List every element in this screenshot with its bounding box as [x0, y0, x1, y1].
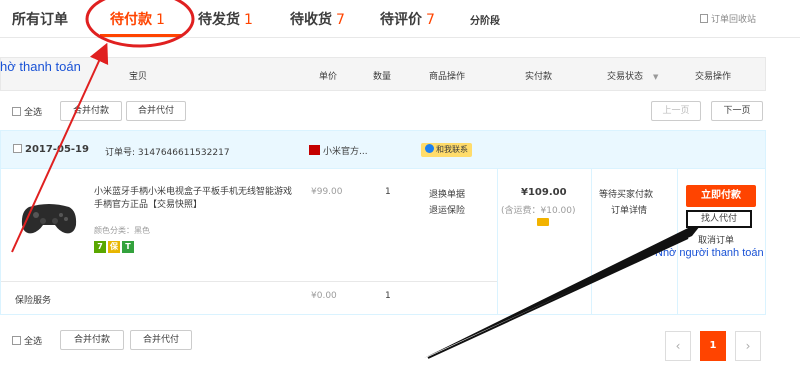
- order-select[interactable]: 2017-05-19: [13, 144, 89, 155]
- recycle-bin-link[interactable]: 订单回收站: [700, 12, 756, 25]
- quantity: 1: [385, 187, 391, 197]
- shop-link[interactable]: 小米官方...: [309, 144, 368, 157]
- tab-pending-review-count: 7: [426, 12, 435, 28]
- product-image[interactable]: [19, 199, 79, 237]
- trade-status-label: 交易状态: [607, 72, 644, 82]
- pager-current-page[interactable]: 1: [700, 331, 726, 361]
- order-number-label: 订单号:: [105, 148, 136, 158]
- product-title-link[interactable]: 小米蓝牙手柄小米电视盒子平板手机无线智能游戏手柄官方正品【交易快照】: [94, 186, 294, 212]
- tab-pending-receipt[interactable]: 待收货 7: [290, 9, 345, 29]
- header-item: 宝贝: [129, 72, 148, 82]
- card-icon: [537, 218, 549, 226]
- header-item-ops: 商品操作: [429, 72, 466, 82]
- product-variant: 颜色分类：黑色: [94, 226, 150, 235]
- row-divider: [1, 281, 497, 282]
- order-total: ¥109.00: [521, 187, 567, 198]
- tab-pending-shipment[interactable]: 待发货 1: [198, 9, 253, 29]
- order-tabs: 所有订单 待付款 1 待发货 1 待收货 7 待评价 7 分阶段 订单回收站: [0, 0, 800, 38]
- timely-delivery-icon[interactable]: T: [122, 241, 134, 253]
- pager-prev-button[interactable]: ‹: [665, 331, 691, 361]
- header-paid: 实付款: [525, 72, 553, 82]
- tab-all-label: 所有订单: [12, 12, 68, 28]
- merge-proxy-button-top[interactable]: 合并代付: [126, 101, 186, 121]
- tab-pending-payment[interactable]: 待付款 1: [110, 9, 165, 29]
- next-page-button[interactable]: 下一页: [711, 101, 763, 121]
- select-all-bottom[interactable]: 全选: [12, 334, 42, 347]
- order-card: 2017-05-19 订单号: 3147646611532217 小米官方...…: [0, 130, 766, 315]
- service-badges: 7保T: [94, 241, 136, 253]
- header-unit-price: 单价: [319, 72, 338, 82]
- return-insurance-link[interactable]: 退运保险: [429, 203, 465, 216]
- service-price: ¥0.00: [311, 291, 337, 301]
- annotation-proxy-pay: Nhờ người thanh toán: [655, 247, 764, 259]
- gamepad-icon: [21, 204, 77, 234]
- tab-pending-shipment-count: 1: [244, 12, 253, 28]
- caret-down-icon: ▼: [653, 73, 659, 81]
- refund-link[interactable]: 退换单据: [429, 187, 465, 200]
- unit-price: ¥99.00: [311, 187, 343, 197]
- service-quantity: 1: [385, 291, 391, 301]
- divider: [591, 169, 592, 315]
- tab-pending-receipt-count: 7: [336, 12, 345, 28]
- tab-pending-review-label: 待评价: [380, 12, 422, 28]
- recycle-bin-label: 订单回收站: [711, 15, 757, 25]
- merge-pay-button-top[interactable]: 合并付款: [60, 101, 122, 121]
- prev-page-button[interactable]: 上一页: [651, 101, 701, 121]
- chat-label: 和我联系: [436, 145, 468, 154]
- cancel-order-link[interactable]: 取消订单: [698, 233, 734, 246]
- order-header: 2017-05-19 订单号: 3147646611532217 小米官方...…: [1, 131, 765, 169]
- order-number-value: 3147646611532217: [137, 148, 230, 158]
- pager-next-button[interactable]: ›: [735, 331, 761, 361]
- active-tab-indicator: [100, 34, 182, 37]
- tab-pending-shipment-label: 待发货: [198, 12, 240, 28]
- find-proxy-button[interactable]: 找人代付: [686, 210, 752, 228]
- trash-icon: [700, 14, 708, 23]
- header-trade-ops: 交易操作: [695, 72, 732, 82]
- order-number: 订单号: 3147646611532217: [105, 145, 230, 158]
- tab-pending-review[interactable]: 待评价 7: [380, 9, 435, 29]
- select-all-checkbox-bottom[interactable]: [12, 336, 21, 345]
- table-header: 宝贝 单价 数量 商品操作 实付款 交易状态 ▼ 交易操作: [0, 57, 766, 91]
- status-text: 等待买家付款: [599, 190, 654, 200]
- header-trade-status[interactable]: 交易状态 ▼: [607, 69, 658, 82]
- order-date: 2017-05-19: [25, 144, 89, 155]
- tab-all-orders[interactable]: 所有订单: [12, 9, 68, 29]
- annotation-self-pay: hờ thanh toán: [0, 59, 81, 74]
- seven-day-return-icon[interactable]: 7: [94, 241, 106, 253]
- insurance-service: 保险服务: [15, 296, 52, 306]
- pay-now-button[interactable]: 立即付款: [686, 185, 756, 207]
- select-all-label: 全选: [24, 108, 43, 118]
- select-all-checkbox[interactable]: [12, 107, 21, 116]
- guarantee-icon[interactable]: 保: [108, 241, 120, 253]
- tab-pending-payment-label: 待付款: [110, 12, 152, 28]
- shop-icon: [309, 145, 320, 155]
- tab-installment[interactable]: 分阶段: [470, 12, 500, 27]
- tab-pending-receipt-label: 待收货: [290, 12, 332, 28]
- shipping-note: (含运费：¥10.00): [501, 206, 576, 216]
- divider: [497, 169, 498, 315]
- divider: [677, 169, 678, 315]
- chat-icon: [425, 144, 434, 153]
- merge-proxy-button-bottom[interactable]: 合并代付: [130, 330, 192, 350]
- chat-with-seller-button[interactable]: 和我联系: [421, 143, 472, 157]
- select-all-label-bottom: 全选: [24, 337, 43, 347]
- select-all-top[interactable]: 全选: [12, 105, 42, 118]
- order-checkbox[interactable]: [13, 144, 22, 153]
- header-quantity: 数量: [373, 72, 392, 82]
- shop-name: 小米官方...: [323, 147, 368, 157]
- order-detail-link[interactable]: 订单详情: [611, 203, 647, 216]
- tab-pending-payment-count: 1: [156, 12, 165, 28]
- merge-pay-button-bottom[interactable]: 合并付款: [60, 330, 124, 350]
